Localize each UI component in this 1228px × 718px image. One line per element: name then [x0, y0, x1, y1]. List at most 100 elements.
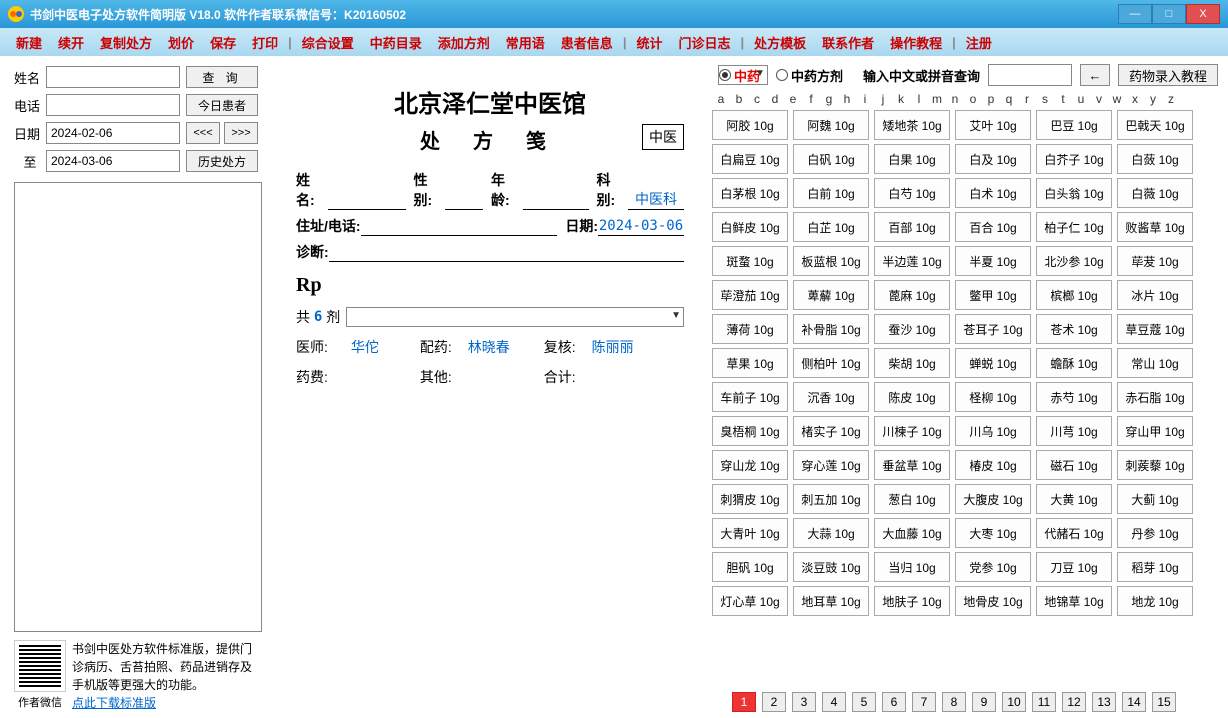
herb-button[interactable]: 穿山龙 10g — [712, 450, 788, 480]
herb-button[interactable]: 刀豆 10g — [1036, 552, 1112, 582]
herb-button[interactable]: 蚕沙 10g — [874, 314, 950, 344]
herb-button[interactable]: 白前 10g — [793, 178, 869, 208]
herb-button[interactable]: 白芷 10g — [793, 212, 869, 242]
herb-button[interactable]: 矮地茶 10g — [874, 110, 950, 140]
herb-button[interactable]: 楮实子 10g — [793, 416, 869, 446]
alpha-letter[interactable]: a — [712, 92, 730, 106]
herb-button[interactable]: 白芍 10g — [874, 178, 950, 208]
page-button[interactable]: 1 — [732, 692, 756, 712]
herb-button[interactable]: 胆矾 10g — [712, 552, 788, 582]
herb-button[interactable]: 代赭石 10g — [1036, 518, 1112, 548]
menu-item[interactable]: 注册 — [958, 33, 1000, 52]
herb-button[interactable]: 淡豆豉 10g — [793, 552, 869, 582]
page-button[interactable]: 8 — [942, 692, 966, 712]
alpha-letter[interactable]: r — [1018, 92, 1036, 106]
herb-button[interactable]: 侧柏叶 10g — [793, 348, 869, 378]
alpha-letter[interactable]: u — [1072, 92, 1090, 106]
menu-item[interactable]: 联系作者 — [814, 33, 882, 52]
alpha-letter[interactable]: m — [928, 92, 946, 106]
herb-button[interactable]: 斑蝥 10g — [712, 246, 788, 276]
herb-button[interactable]: 赤芍 10g — [1036, 382, 1112, 412]
patient-list[interactable] — [14, 182, 262, 632]
total-count[interactable]: 6 — [314, 309, 322, 325]
herb-button[interactable]: 灯心草 10g — [712, 586, 788, 616]
tutorial-button[interactable]: 药物录入教程 — [1118, 64, 1218, 86]
date-from-input[interactable] — [46, 122, 180, 144]
herb-button[interactable]: 川楝子 10g — [874, 416, 950, 446]
herb-button[interactable]: 车前子 10g — [712, 382, 788, 412]
alpha-letter[interactable]: y — [1144, 92, 1162, 106]
menu-item[interactable]: 新建 — [8, 33, 50, 52]
herb-button[interactable]: 萆薢 10g — [793, 280, 869, 310]
herb-button[interactable]: 白蔹 10g — [1117, 144, 1193, 174]
herb-button[interactable]: 荜茇 10g — [1117, 246, 1193, 276]
herb-button[interactable]: 苍术 10g — [1036, 314, 1112, 344]
herb-button[interactable]: 大黄 10g — [1036, 484, 1112, 514]
menu-item[interactable]: 常用语 — [498, 33, 553, 52]
herb-button[interactable]: 薄荷 10g — [712, 314, 788, 344]
herb-button[interactable]: 穿山甲 10g — [1117, 416, 1193, 446]
herb-button[interactable]: 丹参 10g — [1117, 518, 1193, 548]
page-button[interactable]: 11 — [1032, 692, 1056, 712]
rx-date-field[interactable]: 2024-03-06 — [598, 218, 684, 236]
herb-button[interactable]: 地锦草 10g — [1036, 586, 1112, 616]
maximize-button[interactable]: □ — [1152, 4, 1186, 24]
alpha-letter[interactable]: s — [1036, 92, 1054, 106]
alpha-letter[interactable]: o — [964, 92, 982, 106]
herb-button[interactable]: 巴豆 10g — [1036, 110, 1112, 140]
rx-sex-field[interactable] — [445, 192, 483, 210]
herb-button[interactable]: 巴戟天 10g — [1117, 110, 1193, 140]
herb-search-input[interactable] — [988, 64, 1072, 86]
herb-button[interactable]: 冰片 10g — [1117, 280, 1193, 310]
herb-button[interactable]: 荜澄茄 10g — [712, 280, 788, 310]
herb-button[interactable]: 鳖甲 10g — [955, 280, 1031, 310]
herb-button[interactable]: 常山 10g — [1117, 348, 1193, 378]
menu-item[interactable]: 保存 — [202, 33, 244, 52]
herb-button[interactable]: 蟾酥 10g — [1036, 348, 1112, 378]
query-button[interactable]: 查 询 — [186, 66, 258, 88]
herb-button[interactable]: 阿胶 10g — [712, 110, 788, 140]
menu-item[interactable]: 添加方剂 — [430, 33, 498, 52]
herb-button[interactable]: 草果 10g — [712, 348, 788, 378]
herb-button[interactable]: 北沙参 10g — [1036, 246, 1112, 276]
herb-button[interactable]: 白鲜皮 10g — [712, 212, 788, 242]
herb-button[interactable]: 白果 10g — [874, 144, 950, 174]
date-prev-button[interactable]: <<< — [186, 122, 220, 144]
rx-diag-field[interactable] — [329, 244, 684, 262]
herb-button[interactable]: 败酱草 10g — [1117, 212, 1193, 242]
date-next-button[interactable]: >>> — [224, 122, 258, 144]
herb-button[interactable]: 地肤子 10g — [874, 586, 950, 616]
herb-button[interactable]: 当归 10g — [874, 552, 950, 582]
herb-button[interactable]: 垂盆草 10g — [874, 450, 950, 480]
radio-formula[interactable]: 中药方剂 — [776, 66, 843, 85]
herb-button[interactable]: 草豆蔻 10g — [1117, 314, 1193, 344]
page-button[interactable]: 2 — [762, 692, 786, 712]
page-button[interactable]: 12 — [1062, 692, 1086, 712]
herb-button[interactable]: 柏子仁 10g — [1036, 212, 1112, 242]
today-button[interactable]: 今日患者 — [186, 94, 258, 116]
herb-button[interactable]: 臭梧桐 10g — [712, 416, 788, 446]
page-button[interactable]: 14 — [1122, 692, 1146, 712]
herb-button[interactable]: 党参 10g — [955, 552, 1031, 582]
menu-item[interactable]: 中药目录 — [362, 33, 430, 52]
rx-name-field[interactable] — [328, 192, 406, 210]
page-button[interactable]: 7 — [912, 692, 936, 712]
herb-button[interactable]: 大血藤 10g — [874, 518, 950, 548]
herb-button[interactable]: 磁石 10g — [1036, 450, 1112, 480]
disp-field[interactable]: 林晓春 — [452, 337, 526, 357]
herb-button[interactable]: 大腹皮 10g — [955, 484, 1031, 514]
herb-button[interactable]: 白头翁 10g — [1036, 178, 1112, 208]
herb-button[interactable]: 川乌 10g — [955, 416, 1031, 446]
herb-button[interactable]: 百合 10g — [955, 212, 1031, 242]
herb-button[interactable]: 椿皮 10g — [955, 450, 1031, 480]
herb-button[interactable]: 白扁豆 10g — [712, 144, 788, 174]
herb-button[interactable]: 川芎 10g — [1036, 416, 1112, 446]
rx-dept-field[interactable]: 中医科 — [628, 189, 684, 210]
herb-button[interactable]: 大青叶 10g — [712, 518, 788, 548]
herb-button[interactable]: 百部 10g — [874, 212, 950, 242]
herb-button[interactable]: 刺五加 10g — [793, 484, 869, 514]
herb-button[interactable]: 白矾 10g — [793, 144, 869, 174]
doc-field[interactable]: 华佗 — [328, 337, 402, 357]
herb-button[interactable]: 地耳草 10g — [793, 586, 869, 616]
page-button[interactable]: 9 — [972, 692, 996, 712]
